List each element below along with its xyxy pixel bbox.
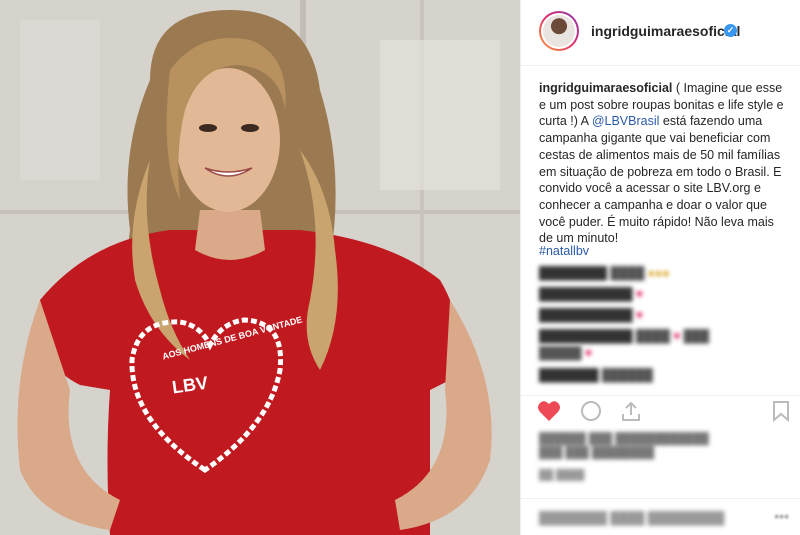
caption-text-2: está fazendo uma campanha gigante que va…	[539, 114, 782, 246]
header-username[interactable]: ingridguimaraesoficial	[591, 23, 740, 39]
caption-username[interactable]: ingridguimaraesoficial	[539, 81, 672, 95]
like-heart-icon[interactable]	[537, 400, 561, 422]
comment-item: ███████████ ♥	[539, 287, 643, 301]
comment-item: ███████ ██████	[539, 368, 653, 382]
comment-icon[interactable]	[579, 400, 603, 422]
comment-item: ████████ ████ ●●●	[539, 266, 670, 280]
add-comment-input[interactable]: ████████ ████ █████████	[539, 511, 724, 525]
comment-item: █████ ♥	[539, 346, 592, 360]
post-timestamp: ██ ████	[539, 470, 585, 481]
comment-item: ███████████ ████ ♥ ███	[539, 329, 710, 343]
avatar[interactable]	[539, 11, 579, 51]
post-caption: ingridguimaraesoficial ( Imagine que ess…	[539, 80, 791, 247]
photo-illustration	[0, 0, 520, 535]
likes-summary: ██████ ███ ████████████ ███ ███ ████████	[539, 433, 709, 459]
caption-hashtag-link[interactable]: #natallbv	[539, 244, 589, 258]
post-actions-bar	[521, 395, 800, 429]
add-comment-bar: ████████ ████ █████████ •••	[521, 498, 800, 535]
comment-item: ███████████ ♥	[539, 308, 643, 322]
more-options-icon[interactable]: •••	[774, 508, 789, 524]
verified-badge-icon: ✓	[724, 24, 737, 37]
post-header: ingridguimaraesoficial ✓	[521, 0, 800, 66]
share-icon[interactable]	[619, 400, 643, 422]
post-side-panel: ingridguimaraesoficial ✓ ingridguimaraes…	[520, 0, 800, 535]
caption-mention-link[interactable]: @LBVBrasil	[592, 114, 660, 128]
post-photo[interactable]: LBV AOS HOMENS DE BOA VONTADE	[0, 0, 520, 535]
bookmark-icon[interactable]	[771, 400, 791, 422]
